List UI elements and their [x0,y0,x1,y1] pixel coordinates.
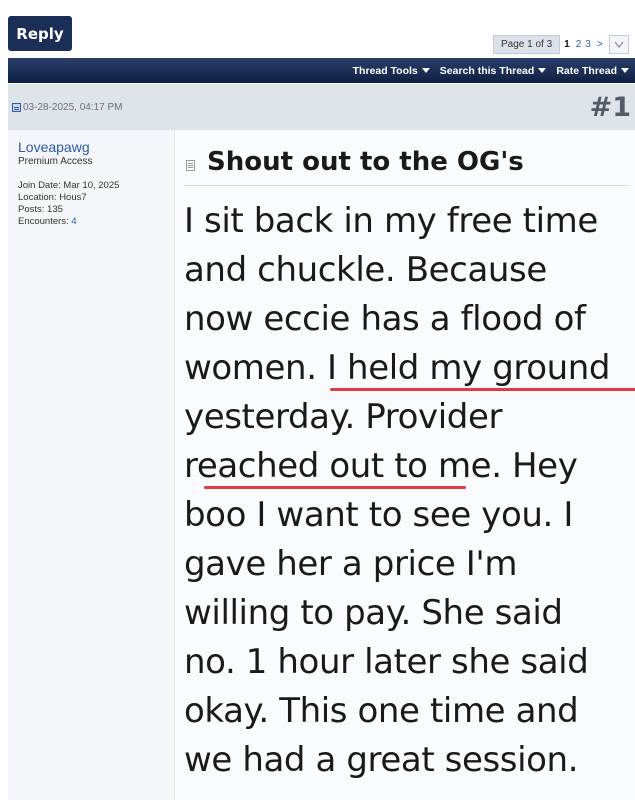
post-date: 03-28-2025, 04:17 PM [12,102,123,113]
pagination: Page 1 of 3 1 2 3 > [493,35,629,54]
page-link-1[interactable]: 1 [560,35,574,54]
location: Location: Hous7 [18,192,87,203]
post-line: and chuckle. Because [184,250,547,290]
reply-button[interactable]: Reply [8,16,72,51]
page-jump-chevron-icon[interactable] [608,35,629,54]
search-thread-menu[interactable]: Search this Thread [440,65,547,77]
post-line: willing to pay. She said [184,593,563,633]
post-line: boo I want to see you. I [184,495,573,535]
post-count: Posts: 135 [18,204,63,215]
page-link-3[interactable]: 3 [583,35,593,54]
author-info: Join Date: Mar 10, 2025 Location: Hous7 … [18,180,174,228]
rate-thread-label: Rate Thread [556,64,617,77]
post-line: I sit back in my free time [184,201,598,241]
post-date-text: 03-28-2025, 04:17 PM [23,101,123,113]
post-line: gave her a price I'm [184,544,518,584]
post-line: no. 1 hour later she said [184,642,589,682]
post-content: Shout out to the OG's I sit back in my f… [176,130,635,800]
post-number-link[interactable]: #1 [590,92,631,123]
author-sidebar: Loveapawg Premium Access Join Date: Mar … [8,130,175,800]
caret-down-icon [421,68,430,73]
join-date: Join Date: Mar 10, 2025 [18,180,120,191]
thread-tools-menu[interactable]: Thread Tools [353,65,430,77]
caret-down-icon [621,68,629,73]
caret-down-icon [538,68,547,73]
post-line: yesterday. Provider [184,397,503,437]
post-icon [186,160,195,171]
post-line: okay. This one time and [184,691,579,731]
search-thread-label: Search this Thread [439,64,535,77]
encounters: Encounters: 4 [18,216,174,228]
thread-toolbar: Thread Tools Search this Thread Rate Thr… [8,58,635,83]
next-page-link[interactable]: > [593,35,607,54]
thread-tools-label: Thread Tools [352,64,418,77]
post-line: now eccie has a flood of [184,299,586,339]
rate-thread-menu[interactable]: Rate Thread [556,65,629,77]
page-link-2[interactable]: 2 [574,35,584,54]
encounters-link[interactable]: 4 [71,216,76,227]
page-summary: Page 1 of 3 [493,35,561,54]
highlight-underline [330,388,635,391]
post-status-icon [12,102,21,112]
post-title-row: Shout out to the OG's [184,142,629,186]
author-username[interactable]: Loveapawg [18,139,174,155]
post-body: I sit back in my free time and chuckle. … [184,197,635,785]
post-line: women. I held my ground [184,344,635,393]
author-title: Premium Access [18,156,93,167]
post-line: reached out to me. Hey [184,442,635,491]
encounters-label: Encounters: [18,216,69,227]
post-header: 03-28-2025, 04:17 PM #1 [8,84,635,130]
post-line-text: reached out to me. Hey [184,446,578,486]
post-line-text: women. I held my ground [184,348,611,388]
post-title: Shout out to the OG's [207,147,524,177]
post-line: we had a great session. [184,740,579,780]
highlight-underline [204,486,466,489]
